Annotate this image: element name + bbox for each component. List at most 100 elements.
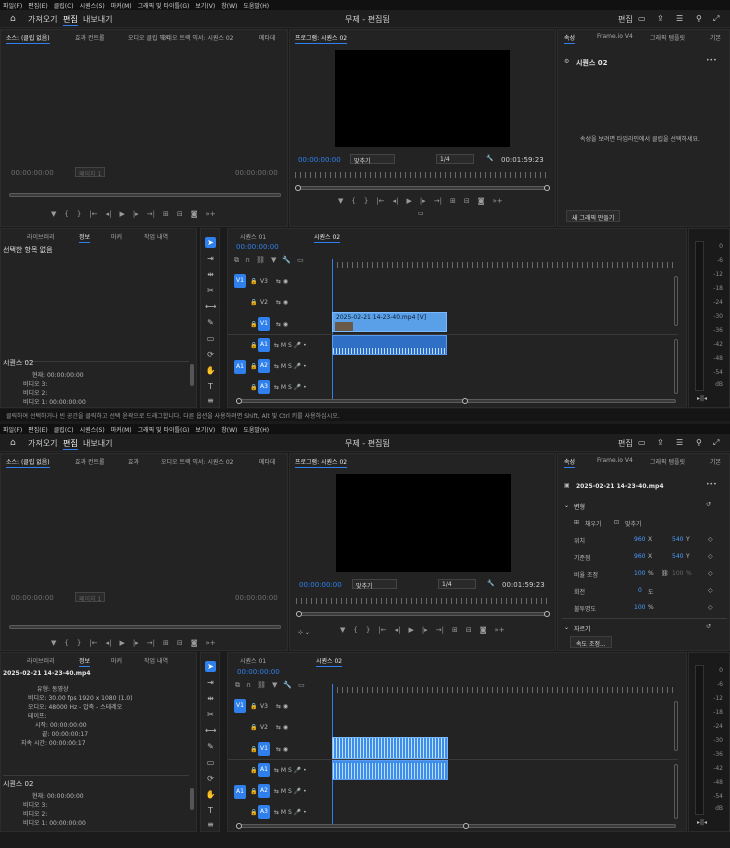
section-transform[interactable]: 변형 [574,502,585,511]
tab-import[interactable]: 가져오기 [28,438,57,449]
keyframe-icon[interactable]: ◇ [708,604,713,611]
menu-help[interactable]: 도움말(H) [243,1,269,10]
menu-clip[interactable]: 클립(C) [54,1,74,10]
track-target-a1[interactable]: A1 [258,338,270,352]
menu-file[interactable]: 파일(F) [3,425,22,434]
page-dropdown[interactable]: 페이지 1 [75,592,106,603]
tab-metadata[interactable]: 메타데 [259,33,276,42]
track-target-a3[interactable]: A3 [258,380,270,394]
track-target-a1[interactable]: A1 [258,763,270,777]
caption-tool-icon[interactable]: ≡ [205,819,216,830]
more-icon[interactable]: »+ [492,197,502,205]
go-out-icon[interactable]: →| [434,197,442,205]
type-tool-icon[interactable]: T [205,805,216,816]
tab-sequence-01[interactable]: 시퀀스 01 [240,232,266,241]
tab-effect-controls[interactable]: 효과 컨트롤 [75,33,105,42]
snap-icon[interactable]: ∩ [246,681,251,690]
menu-sequence[interactable]: 시퀀스(S) [80,425,105,434]
tab-essential[interactable]: 기본 [710,33,721,42]
lock-icon[interactable]: 🔒 [250,746,257,753]
timeline-scrollbar[interactable] [236,398,676,404]
tab-libraries[interactable]: 라이브러리 [27,232,55,241]
tab-import[interactable]: 가져오기 [28,14,57,25]
tab-audio-track-mixer[interactable]: 오디오 트랙 믹서: 시퀀스 02 [161,33,234,42]
tab-source[interactable]: 소스: (클립 없음) [6,33,50,44]
tab-history[interactable]: 작업 내역 [144,656,168,665]
tab-sequence-01[interactable]: 시퀀스 01 [240,656,266,665]
program-timecode[interactable]: 00:00:00:00 [298,156,341,164]
more-icon[interactable]: »+ [494,626,504,634]
mark-out-icon[interactable]: } [366,626,370,634]
go-in-icon[interactable]: |← [376,197,384,205]
sync-icon[interactable]: ⇆ ◉ [276,724,288,731]
video-clip-selected[interactable] [332,737,448,759]
nest-icon[interactable]: ⧉ [234,256,239,265]
tab-markers[interactable]: 마커 [111,232,122,241]
source-timecode-in[interactable]: 00:00:00:00 [11,169,54,177]
info-scrollbar[interactable] [190,788,194,810]
lock-icon[interactable]: 🔒 [250,363,257,370]
video-clip[interactable]: 2025-02-21 14-23-40.mp4 [V] [332,312,447,332]
go-out-icon[interactable]: →| [147,639,155,647]
program-timecode[interactable]: 00:00:00:00 [299,581,342,589]
timeline-ruler[interactable] [332,687,677,693]
scale-width[interactable]: 100 [634,570,645,577]
menu-window[interactable]: 창(W) [221,425,237,434]
play-icon[interactable]: ▶ [119,210,124,218]
lock-icon[interactable]: 🔒 [250,724,257,731]
mark-in-icon[interactable]: { [351,197,355,205]
rotate-tool-icon[interactable]: ⟳ [205,349,216,360]
fit-dropdown[interactable]: 맞추기 [352,579,397,590]
more-icon[interactable]: ••• [706,57,717,64]
mark-out-icon[interactable]: } [77,210,81,218]
keyframe-icon[interactable]: ◇ [708,553,713,560]
mark-out-icon[interactable]: } [364,197,368,205]
step-forward-icon[interactable]: |▸ [422,626,428,634]
track-select-tool-icon[interactable]: ⇥ [205,253,216,264]
source-patch-a1[interactable]: A1 [234,360,246,374]
keyframe-icon[interactable]: ◇ [708,536,713,543]
workspace-menu[interactable]: 편집 [618,14,633,25]
chevron-down-icon[interactable]: ⌄ [564,624,569,631]
tab-info[interactable]: 정보 [79,232,91,243]
tab-graphics-templates[interactable]: 그래픽 템플릿 [650,33,685,42]
tab-effect-controls[interactable]: 효과 컨트롤 [75,457,105,466]
wrench-icon[interactable]: 🔧 [282,256,291,265]
wrench-icon[interactable]: 🔧 [487,580,494,587]
step-back-icon[interactable]: ◂| [395,626,401,634]
audio-controls[interactable]: ⇆ M S 🎤 • [274,342,307,349]
tab-properties[interactable]: 속성 [564,33,576,44]
timeline-timecode[interactable]: 00:00:00:00 [237,668,280,676]
panel-icon[interactable]: ▭ [638,438,646,447]
audio-controls[interactable]: ⇆ M S 🎤 • [274,809,307,816]
menu-graphics[interactable]: 그래픽 및 타이틀(G) [138,425,190,434]
fill-icon[interactable]: ⊞ [574,519,579,526]
fullscreen-icon[interactable]: ⤢ [713,438,719,448]
sync-icon[interactable]: ⇆ ◉ [276,321,288,328]
source-scrollbar[interactable] [9,193,281,197]
menu-sequence[interactable]: 시퀀스(S) [80,1,105,10]
search-icon[interactable]: ⚲ [696,438,702,447]
tab-libraries[interactable]: 라이브러리 [27,656,55,665]
step-back-icon[interactable]: ◂| [393,197,399,205]
tab-program[interactable]: 프로그램: 시퀀스 02 [295,33,348,44]
search-icon[interactable]: ⚲ [696,14,702,23]
sync-icon[interactable]: ⇆ ◉ [276,299,288,306]
lift-icon[interactable]: ⊞ [450,197,456,205]
camera-icon[interactable]: ◙ [191,639,198,647]
selection-tool-icon[interactable]: ➤ [205,237,216,248]
hand-tool-icon[interactable]: ✋ [205,789,216,800]
page-dropdown[interactable]: 페이지 1 [75,167,106,178]
lock-icon[interactable]: 🔒 [250,384,257,391]
list-icon[interactable]: ☰ [676,438,683,447]
tab-sequence-02[interactable]: 시퀀스 02 [316,656,343,667]
resolution-dropdown[interactable]: 1/4 [436,154,474,164]
anchor-y[interactable]: 540 [672,553,683,560]
pen-tool-icon[interactable]: ✎ [205,317,216,328]
menu-file[interactable]: 파일(F) [3,1,22,10]
menu-clip[interactable]: 클립(C) [54,425,74,434]
mark-in-icon[interactable]: { [64,210,68,218]
wrench-icon[interactable]: 🔧 [486,155,493,162]
rectangle-tool-icon[interactable]: ▭ [205,757,216,768]
program-monitor-video[interactable] [336,474,511,572]
